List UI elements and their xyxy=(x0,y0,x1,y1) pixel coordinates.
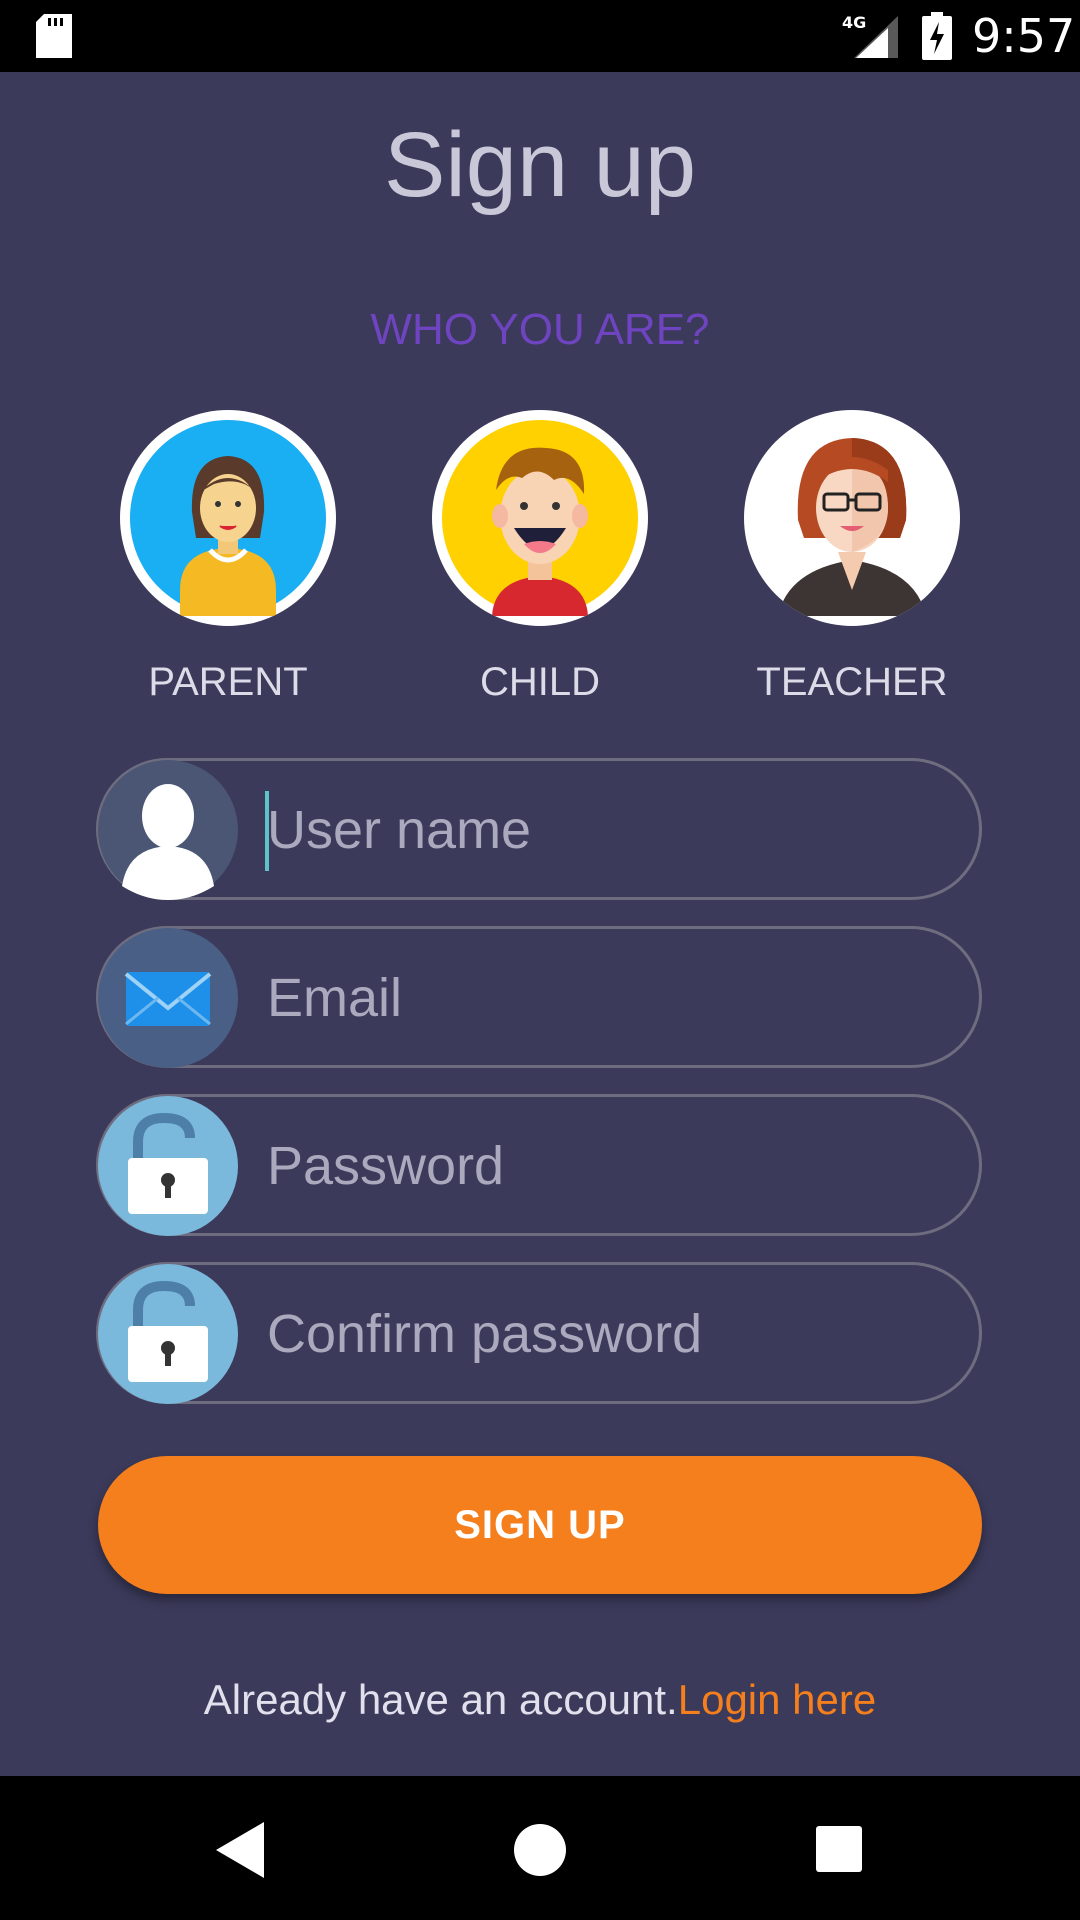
email-input[interactable] xyxy=(265,951,949,1045)
username-field[interactable] xyxy=(96,758,982,900)
who-you-are-label: WHO YOU ARE? xyxy=(370,305,710,354)
role-teacher[interactable] xyxy=(744,410,960,626)
back-icon[interactable] xyxy=(210,1820,274,1880)
confirm-password-input[interactable] xyxy=(265,1287,949,1381)
confirm-password-field[interactable] xyxy=(96,1262,982,1404)
role-child[interactable] xyxy=(432,410,648,626)
user-icon xyxy=(98,760,238,900)
child-avatar-icon xyxy=(432,410,648,626)
network-label: 4G xyxy=(842,14,866,32)
sd-card-icon xyxy=(36,14,72,58)
signal-icon: 4G xyxy=(842,14,898,58)
sign-up-button[interactable]: SIGN UP xyxy=(98,1456,982,1594)
home-icon[interactable] xyxy=(508,1820,572,1880)
unlock-icon xyxy=(98,1096,238,1236)
login-here-link[interactable]: Login here xyxy=(678,1676,877,1723)
parent-avatar-icon xyxy=(120,410,336,626)
recents-icon[interactable] xyxy=(808,1820,872,1880)
role-label-parent: PARENT xyxy=(148,660,308,704)
password-field[interactable] xyxy=(96,1094,982,1236)
password-input[interactable] xyxy=(265,1119,949,1213)
teacher-avatar-icon xyxy=(744,410,960,626)
role-label-teacher: TEACHER xyxy=(756,660,948,704)
clock: 9:57 xyxy=(972,9,1076,63)
unlock-icon xyxy=(98,1264,238,1404)
envelope-icon xyxy=(98,928,238,1068)
login-prompt-text: Already have an account. xyxy=(203,1676,678,1723)
role-label-child: CHILD xyxy=(479,660,601,704)
status-bar: 4G 9:57 xyxy=(0,0,1080,72)
navigation-bar xyxy=(0,1776,1080,1920)
page-title: Sign up xyxy=(383,114,697,216)
role-parent[interactable] xyxy=(120,410,336,626)
login-prompt: Already have an account.Login here xyxy=(0,1672,1080,1728)
email-field[interactable] xyxy=(96,926,982,1068)
username-input[interactable] xyxy=(265,783,949,877)
battery-charging-icon xyxy=(922,12,952,60)
